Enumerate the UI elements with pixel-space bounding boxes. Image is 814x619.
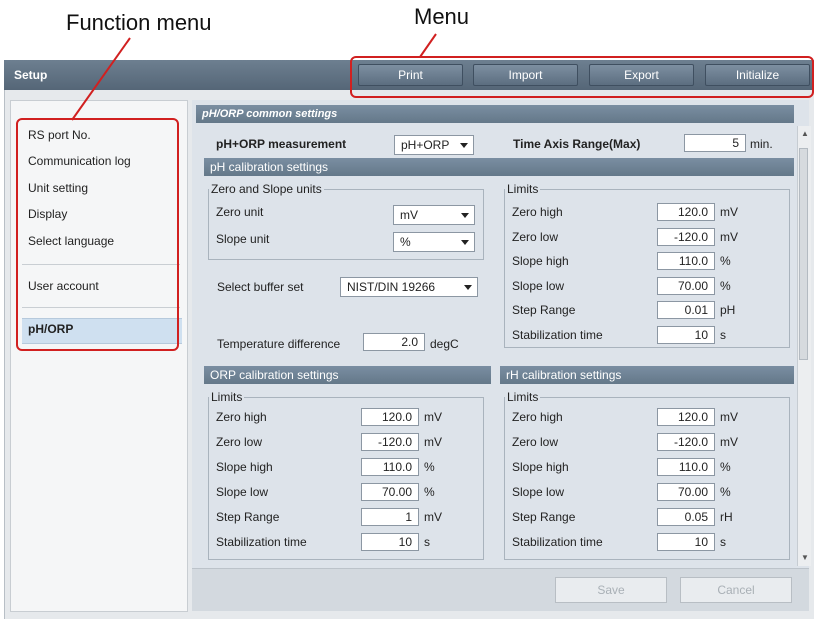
zero-slope-group-title: Zero and Slope units: [209, 182, 324, 196]
ph-limit-label: Stabilization time: [512, 327, 603, 342]
ph-limit-field[interactable]: 0.01: [657, 301, 715, 319]
orp-limit-field[interactable]: 10: [361, 533, 419, 551]
orp-limit-field[interactable]: 110.0: [361, 458, 419, 476]
ph-limit-unit: pH: [720, 303, 736, 317]
zero-unit-label: Zero unit: [216, 205, 264, 219]
orp-limit-field[interactable]: 70.00: [361, 483, 419, 501]
temperature-difference-unit: degC: [430, 337, 459, 351]
measurement-value: pH+ORP: [401, 138, 450, 152]
rh-limit-label: Slope low: [512, 485, 565, 499]
time-axis-field[interactable]: 5: [684, 134, 746, 152]
menu-pointer: [419, 33, 437, 58]
ph-limit-field[interactable]: 110.0: [657, 252, 715, 270]
orp-limit-label: Step Range: [216, 510, 280, 524]
ph-limit-label: Step Range: [512, 303, 576, 317]
ph-limit-field[interactable]: 10: [657, 325, 715, 344]
ph-limit-unit: s: [720, 327, 726, 342]
ph-limit-unit: %: [720, 278, 731, 293]
orp-limit-unit: mV: [424, 410, 442, 424]
rh-limit-field[interactable]: 10: [657, 533, 715, 551]
orp-limit-label: Slope high: [216, 460, 273, 474]
orp-limit-label: Zero low: [216, 435, 263, 449]
rh-limit-field[interactable]: 70.00: [657, 483, 715, 501]
footer-bar: Save Cancel: [192, 568, 809, 611]
rh-limit-unit: %: [720, 485, 731, 499]
orp-limit-label: Stabilization time: [216, 535, 307, 549]
ph-limit-unit: mV: [720, 229, 738, 244]
rh-limits-title: Limits: [505, 390, 541, 404]
cancel-button[interactable]: Cancel: [680, 577, 792, 603]
function-menu-annotation: Function menu: [66, 10, 212, 35]
chevron-down-icon: [461, 213, 469, 218]
rh-limit-field[interactable]: 0.05: [657, 508, 715, 526]
zero-unit-value: mV: [400, 208, 418, 222]
orp-limit-unit: mV: [424, 510, 442, 524]
ph-limit-label: Zero low: [512, 229, 559, 244]
rh-limit-field[interactable]: -120.0: [657, 433, 715, 451]
rh-limit-label: Zero high: [512, 410, 563, 424]
rh-limit-unit: rH: [720, 510, 733, 524]
rh-limit-field[interactable]: 110.0: [657, 458, 715, 476]
orp-limit-unit: %: [424, 460, 435, 474]
rh-limit-label: Zero low: [512, 435, 559, 449]
temperature-difference-field[interactable]: 2.0: [363, 333, 425, 351]
ph-limit-unit: mV: [720, 205, 738, 219]
rh-limit-unit: s: [720, 535, 726, 549]
scroll-down-icon[interactable]: ▼: [801, 553, 809, 562]
window-title: Setup: [14, 68, 48, 82]
buffer-set-value: NIST/DIN 19266: [347, 280, 436, 294]
slope-unit-select[interactable]: %: [393, 232, 475, 252]
rh-limit-field[interactable]: 120.0: [657, 408, 715, 426]
ph-limit-label: Slope low: [512, 278, 565, 293]
temperature-difference-label: Temperature difference: [217, 337, 341, 351]
buffer-set-label: Select buffer set: [217, 280, 304, 294]
chevron-down-icon: [464, 285, 472, 290]
measurement-select[interactable]: pH+ORP: [394, 135, 474, 155]
rh-limit-label: Slope high: [512, 460, 569, 474]
time-axis-label: Time Axis Range(Max): [513, 137, 641, 151]
orp-limit-unit: s: [424, 535, 430, 549]
slope-unit-value: %: [400, 235, 411, 249]
chevron-down-icon: [460, 143, 468, 148]
rh-limit-label: Stabilization time: [512, 535, 603, 549]
orp-limit-field[interactable]: 120.0: [361, 408, 419, 426]
orp-limits-title: Limits: [209, 390, 245, 404]
function-menu-highlight: [16, 118, 179, 351]
ph-limit-label: Zero high: [512, 205, 563, 219]
slope-unit-label: Slope unit: [216, 232, 270, 246]
orp-limit-unit: %: [424, 485, 435, 499]
chevron-down-icon: [461, 240, 469, 245]
orp-limit-label: Zero high: [216, 410, 267, 424]
rh-limit-unit: %: [720, 460, 731, 474]
time-axis-unit: min.: [750, 137, 773, 151]
menu-highlight: [350, 56, 814, 98]
measurement-label: pH+ORP measurement: [216, 137, 347, 151]
orp-limit-label: Slope low: [216, 485, 269, 499]
save-button[interactable]: Save: [555, 577, 667, 603]
ph-limit-field[interactable]: -120.0: [657, 227, 715, 246]
ph-limit-unit: %: [720, 254, 731, 268]
buffer-set-select[interactable]: NIST/DIN 19266: [340, 277, 478, 297]
rh-limit-unit: mV: [720, 435, 738, 449]
ph-limit-field[interactable]: 70.00: [657, 276, 715, 295]
ph-limit-field[interactable]: 120.0: [657, 203, 715, 221]
menu-annotation: Menu: [414, 4, 470, 29]
orp-calibration-header: ORP calibration settings: [204, 366, 491, 384]
ph-limits-title: Limits: [505, 182, 541, 196]
orp-limit-field[interactable]: -120.0: [361, 433, 419, 451]
zero-unit-select[interactable]: mV: [393, 205, 475, 225]
scrollbar-thumb[interactable]: [799, 148, 808, 360]
ph-limit-label: Slope high: [512, 254, 569, 268]
rh-limit-unit: mV: [720, 410, 738, 424]
rh-limit-label: Step Range: [512, 510, 576, 524]
rh-calibration-header: rH calibration settings: [500, 366, 794, 384]
orp-limit-unit: mV: [424, 435, 442, 449]
scroll-up-icon[interactable]: ▲: [801, 129, 809, 138]
ph-calibration-header: pH calibration settings: [204, 158, 794, 176]
orp-limit-field[interactable]: 1: [361, 508, 419, 526]
common-settings-header: pH/ORP common settings: [196, 105, 794, 123]
